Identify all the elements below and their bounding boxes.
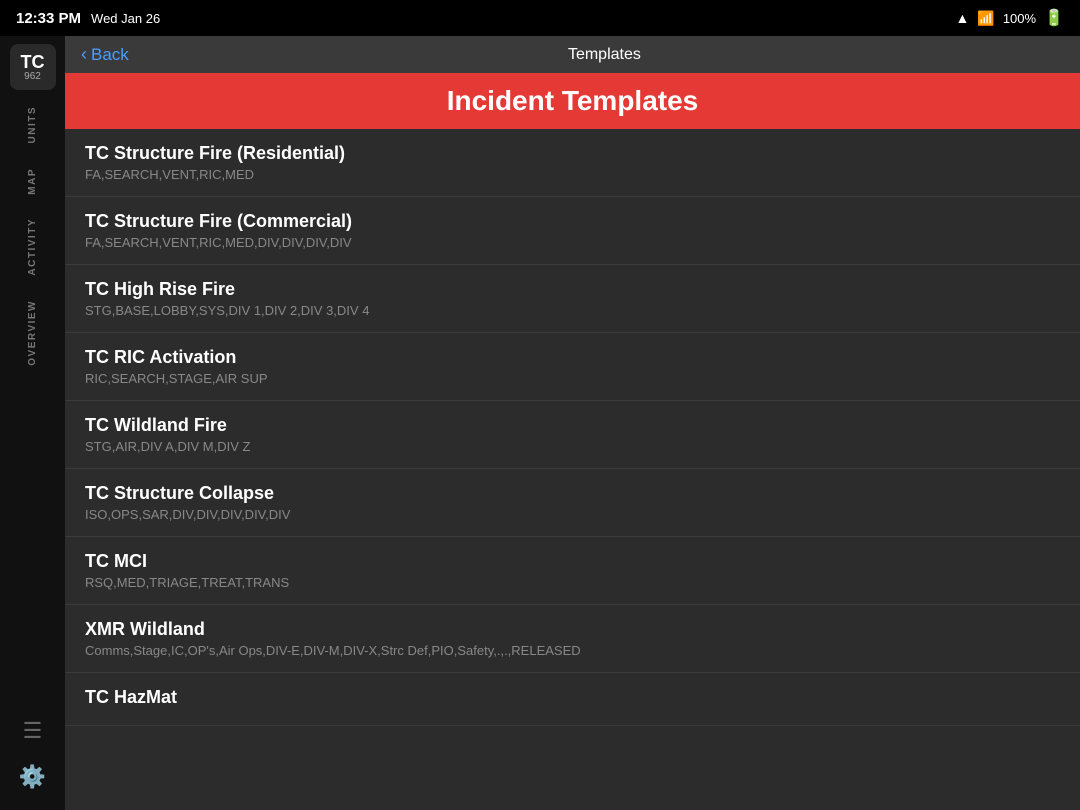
left-sidebar: TC 962 UNITS MAP ACTIVITY OVERVIEW ☰ ⚙️ <box>0 36 65 810</box>
modal-template-list: TC Structure Fire (Residential) FA,SEARCH… <box>65 129 1080 810</box>
back-label: Back <box>91 45 129 65</box>
template-tags-7: Comms,Stage,IC,OP's,Air Ops,DIV-E,DIV-M,… <box>85 643 1060 658</box>
template-item-3[interactable]: TC RIC Activation RIC,SEARCH,STAGE,AIR SU… <box>65 333 1080 401</box>
menu-icon[interactable]: ☰ <box>23 718 43 744</box>
modal-sub-title: Templates <box>145 46 1064 64</box>
status-bar: 12:33 PM Wed Jan 26 ▲ 📶 100% 🔋 <box>0 0 1080 36</box>
template-tags-6: RSQ,MED,TRIAGE,TREAT,TRANS <box>85 575 1060 590</box>
template-tags-3: RIC,SEARCH,STAGE,AIR SUP <box>85 371 1060 386</box>
template-name-7: XMR Wildland <box>85 619 1060 640</box>
template-tags-4: STG,AIR,DIV A,DIV M,DIV Z <box>85 439 1060 454</box>
template-item-1[interactable]: TC Structure Fire (Commercial) FA,SEARCH,… <box>65 197 1080 265</box>
template-tags-1: FA,SEARCH,VENT,RIC,MED,DIV,DIV,DIV,DIV <box>85 235 1060 250</box>
template-item-0[interactable]: TC Structure Fire (Residential) FA,SEARCH… <box>65 129 1080 197</box>
template-name-5: TC Structure Collapse <box>85 483 1060 504</box>
template-name-6: TC MCI <box>85 551 1060 572</box>
template-tags-0: FA,SEARCH,VENT,RIC,MED <box>85 167 1060 182</box>
status-time: 12:33 PM <box>16 10 81 27</box>
template-item-7[interactable]: XMR Wildland Comms,Stage,IC,OP's,Air Ops,… <box>65 605 1080 673</box>
battery-icon: 🔋 <box>1044 8 1064 28</box>
modal-top-bar: ‹ Back Templates <box>65 36 1080 73</box>
sidebar-item-units[interactable]: UNITS <box>27 106 38 144</box>
template-item-6[interactable]: TC MCI RSQ,MED,TRIAGE,TREAT,TRANS <box>65 537 1080 605</box>
settings-icon[interactable]: ⚙️ <box>19 764 46 790</box>
modal-back-button[interactable]: ‹ Back <box>81 44 129 65</box>
location-icon: ▲ <box>956 10 970 26</box>
modal-container: ‹ Back Templates Incident Templates TC S… <box>65 36 1080 810</box>
template-name-0: TC Structure Fire (Residential) <box>85 143 1060 164</box>
modal-overlay: ‹ Back Templates Incident Templates TC S… <box>65 36 1080 810</box>
template-item-4[interactable]: TC Wildland Fire STG,AIR,DIV A,DIV M,DIV … <box>65 401 1080 469</box>
template-name-1: TC Structure Fire (Commercial) <box>85 211 1060 232</box>
template-name-3: TC RIC Activation <box>85 347 1060 368</box>
template-tags-2: STG,BASE,LOBBY,SYS,DIV 1,DIV 2,DIV 3,DIV… <box>85 303 1060 318</box>
template-item-5[interactable]: TC Structure Collapse ISO,OPS,SAR,DIV,DIV… <box>65 469 1080 537</box>
template-name-2: TC High Rise Fire <box>85 279 1060 300</box>
template-item-8[interactable]: TC HazMat <box>65 673 1080 726</box>
template-tags-5: ISO,OPS,SAR,DIV,DIV,DIV,DIV,DIV <box>85 507 1060 522</box>
tc-number: 962 <box>24 71 41 82</box>
battery-pct: 100% <box>1003 11 1036 26</box>
tc-badge: TC 962 <box>10 44 56 90</box>
template-name-4: TC Wildland Fire <box>85 415 1060 436</box>
modal-title: Incident Templates <box>85 85 1060 117</box>
sidebar-item-map[interactable]: MAP <box>27 168 38 195</box>
back-chevron-icon: ‹ <box>81 44 87 65</box>
template-item-2[interactable]: TC High Rise Fire STG,BASE,LOBBY,SYS,DIV … <box>65 265 1080 333</box>
sidebar-item-activity[interactable]: ACTIVITY <box>27 218 38 276</box>
tc-label: TC <box>21 53 45 71</box>
sidebar-item-overview[interactable]: OVERVIEW <box>27 300 38 366</box>
wifi-icon: 📶 <box>977 10 994 27</box>
status-date: Wed Jan 26 <box>91 11 160 26</box>
template-name-8: TC HazMat <box>85 687 1060 708</box>
modal-header-red: Incident Templates <box>65 73 1080 129</box>
